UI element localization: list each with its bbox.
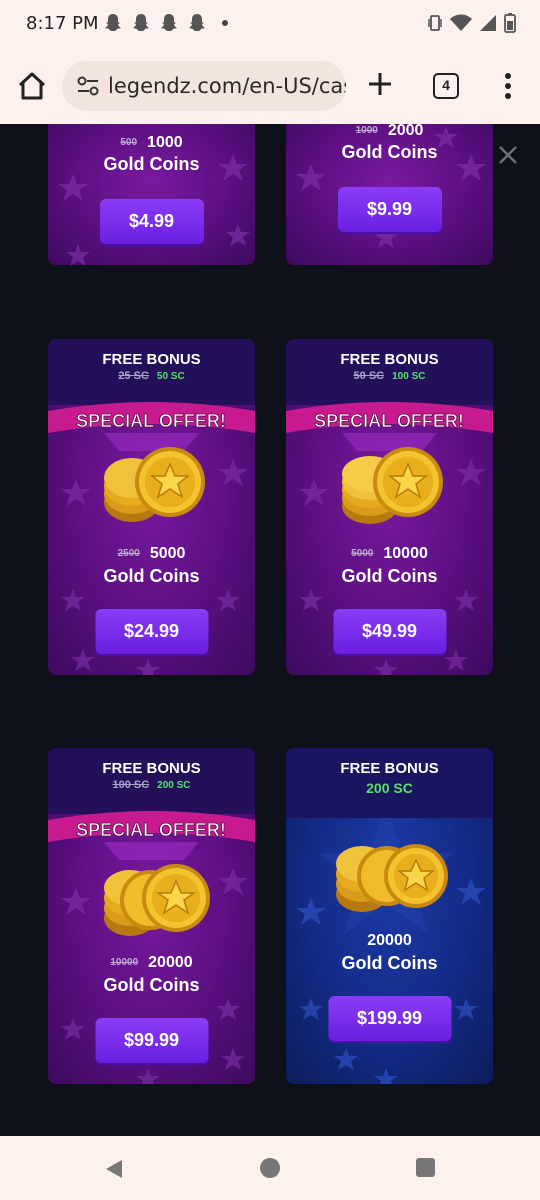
- package-card: FREE BONUS 100 SC 200 SC SPECIAL OFFER! 1…: [48, 748, 255, 1084]
- vibrate-icon: [428, 15, 442, 31]
- coin-label: Gold Coins: [341, 953, 438, 973]
- bonus-amounts: 200 SC: [286, 780, 493, 796]
- gold-coins-icon: [104, 447, 205, 522]
- package-card: FREE BONUS 25 SC 50 SC SPECIAL OFFER! 250…: [48, 339, 255, 675]
- package-card: FREE BONUS 50 SC 100 SC SPECIAL OFFER! 50…: [286, 339, 493, 675]
- coin-label: Gold Coins: [341, 566, 438, 586]
- coin-label: Gold Coins: [103, 975, 200, 995]
- coin-amount: 1000: [147, 134, 183, 151]
- buy-button[interactable]: $24.99: [95, 609, 208, 654]
- coin-amount: 10000: [383, 545, 428, 562]
- package-card: 1000 2000 Gold Coins $9.99: [286, 124, 493, 265]
- url-text: legendz.com/en-US/casi: [108, 74, 346, 98]
- buy-button[interactable]: $99.99: [95, 1018, 208, 1063]
- bonus-title: FREE BONUS: [340, 351, 439, 368]
- special-offer-text: SPECIAL OFFER!: [76, 820, 226, 840]
- snapchat-icon: [132, 13, 150, 33]
- bonus-title: FREE BONUS: [102, 760, 201, 777]
- system-navigation-bar: [0, 1136, 540, 1200]
- system-icons: [428, 13, 516, 33]
- coin-label: Gold Coins: [103, 154, 200, 174]
- back-icon[interactable]: [104, 1158, 124, 1180]
- special-offer-banner: SPECIAL OFFER!: [286, 402, 493, 451]
- special-offer-text: SPECIAL OFFER!: [76, 411, 226, 431]
- bonus-amounts: 25 SC 50 SC: [48, 370, 255, 382]
- plus-icon[interactable]: [366, 70, 394, 98]
- package-card: FREE BONUS 200 SC 20000 Gold Coins $199.…: [286, 748, 493, 1084]
- old-coin-amount: 5000: [351, 548, 374, 560]
- address-bar[interactable]: legendz.com/en-US/casi: [62, 61, 346, 111]
- coin-amount-line: 5000 10000: [286, 545, 493, 563]
- special-offer-banner: SPECIAL OFFER!: [48, 402, 255, 451]
- home-circle-icon[interactable]: [260, 1158, 280, 1178]
- coin-amount-line: 10000 20000: [48, 954, 255, 972]
- tune-icon[interactable]: [74, 72, 102, 100]
- coin-amount-line: 2500 5000: [48, 545, 255, 563]
- old-coin-amount: 1000: [355, 125, 378, 137]
- coin-label: Gold Coins: [103, 566, 200, 586]
- header-curve: [286, 798, 493, 818]
- old-bonus-amount: 25 SC: [118, 370, 149, 382]
- old-bonus-amount: 100 SC: [112, 779, 150, 791]
- new-bonus-amount: 100 SC: [392, 371, 426, 382]
- gold-coins-icon: [342, 447, 443, 524]
- home-icon[interactable]: [16, 70, 48, 102]
- special-offer-text: SPECIAL OFFER!: [314, 411, 464, 431]
- signal-icon: [480, 15, 496, 31]
- buy-button[interactable]: $4.99: [99, 199, 204, 244]
- special-offer-banner: SPECIAL OFFER!: [48, 811, 255, 860]
- coin-amount-line: 20000: [286, 932, 493, 950]
- bonus-amounts: 100 SC 200 SC: [48, 779, 255, 791]
- coin-amount: 5000: [149, 545, 186, 562]
- coin-label: Gold Coins: [341, 142, 438, 162]
- snapchat-icon: [160, 13, 178, 33]
- status-time: 8:17 PM: [26, 13, 99, 34]
- tab-switcher-button[interactable]: 4: [433, 73, 459, 99]
- coin-amount: 2000: [387, 124, 424, 139]
- new-bonus-amount: 200 SC: [157, 780, 191, 791]
- snapchat-icon: [104, 13, 122, 33]
- bonus-title: FREE BONUS: [340, 760, 439, 777]
- snapchat-icon: [188, 13, 206, 33]
- recents-icon[interactable]: [416, 1158, 435, 1177]
- coin-amount: 20000: [148, 954, 193, 971]
- bonus-title: FREE BONUS: [102, 351, 201, 368]
- buy-button[interactable]: $199.99: [328, 996, 451, 1041]
- bonus-header: FREE BONUS 200 SC: [286, 748, 493, 818]
- coin-amount-line: 1000 2000: [286, 124, 493, 140]
- package-card: 500 1000 Gold Coins $4.99: [48, 124, 255, 265]
- buy-button[interactable]: $49.99: [333, 609, 446, 654]
- old-coin-amount: 500: [120, 137, 138, 149]
- old-coin-amount: 10000: [110, 957, 139, 969]
- new-bonus-amount: 50 SC: [156, 371, 185, 382]
- battery-icon: [504, 13, 516, 33]
- close-icon[interactable]: [497, 144, 519, 166]
- wifi-icon: [450, 14, 472, 31]
- gold-coins-icon: [336, 844, 448, 912]
- buy-button[interactable]: $9.99: [337, 187, 442, 232]
- coin-amount-line: 500 1000: [48, 134, 255, 152]
- old-coin-amount: 2500: [117, 548, 140, 560]
- coin-amount: 20000: [367, 932, 412, 949]
- dot-icon: [222, 20, 228, 26]
- more-vert-icon[interactable]: [498, 70, 518, 102]
- gold-coins-icon: [104, 864, 210, 936]
- new-bonus-amount: 200 SC: [366, 780, 413, 796]
- store-content: 500 1000 Gold Coins $4.99 1000 2000 Gold C…: [0, 124, 540, 1136]
- browser-toolbar: legendz.com/en-US/casi 4: [0, 48, 540, 124]
- notification-icons: [104, 13, 228, 33]
- status-bar: 8:17 PM: [0, 0, 540, 48]
- bonus-amounts: 50 SC 100 SC: [286, 370, 493, 382]
- old-bonus-amount: 50 SC: [353, 370, 385, 382]
